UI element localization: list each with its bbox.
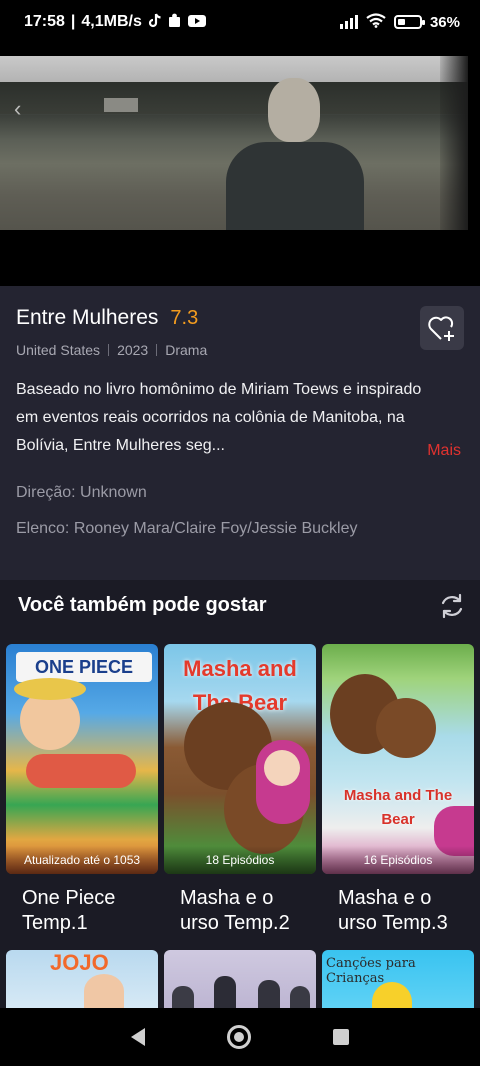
youtube-icon: [187, 14, 206, 31]
battery-percent: 36%: [429, 13, 460, 31]
recommendation-card[interactable]: Masha and The Bear 16 Episódios Masha e …: [322, 644, 474, 936]
status-time: 17:58: [24, 13, 65, 30]
poster-image: Masha and The Bear 16 Episódios: [322, 644, 474, 874]
recommendations-heading: Você também pode gostar: [18, 594, 267, 616]
battery-icon: [393, 15, 425, 29]
status-left: 17:58 | 4,1MB/s: [24, 13, 206, 31]
recommendation-row-2: JOJO Canções para Crianças: [6, 950, 474, 1008]
home-icon[interactable]: [227, 1025, 251, 1049]
recommendation-card[interactable]: Canções para Crianças: [322, 950, 474, 1008]
movie-description: Baseado no livro homônimo de Miriam Toew…: [16, 381, 422, 454]
poster-badge: 16 Episódios: [322, 846, 474, 874]
wifi-icon: [366, 12, 386, 32]
movie-cast: Elenco: Rooney Mara/Claire Foy/Jessie Bu…: [16, 520, 358, 537]
poster-logo: Canções para Crianças: [326, 956, 416, 986]
recommendation-row: ONE PIECE Atualizado até o 1053 One Piec…: [6, 644, 474, 936]
movie-rating: 7.3: [170, 307, 199, 329]
puzzle-icon: [168, 13, 182, 31]
title-row: Entre Mulheres 7.3: [16, 306, 464, 330]
status-bar: 17:58 | 4,1MB/s 36%: [0, 0, 480, 44]
movie-genre: Drama: [165, 342, 208, 358]
poster-logo: Masha and The Bear: [343, 787, 453, 828]
recommendation-card[interactable]: Masha and The Bear 18 Episódios Masha e …: [164, 644, 316, 936]
heart-plus-icon: [428, 316, 454, 341]
poster-logo: ONE PIECE: [16, 652, 152, 682]
poster-logo: JOJO: [50, 950, 109, 975]
poster-badge: Atualizado até o 1053: [6, 846, 158, 874]
system-nav-bar: [0, 1008, 480, 1066]
signal-icon: [339, 15, 358, 29]
recommendation-card[interactable]: ONE PIECE Atualizado até o 1053 One Piec…: [6, 644, 158, 936]
movie-country: United States: [16, 342, 101, 358]
card-title: Masha e o urso Temp.2: [180, 887, 290, 934]
card-title: One Piece Temp.1: [22, 887, 116, 934]
poster-logo: Masha and The Bear: [183, 656, 297, 715]
recommendation-card[interactable]: JOJO: [6, 950, 158, 1008]
back-chevron-icon[interactable]: ‹: [14, 96, 21, 122]
video-player[interactable]: ‹: [0, 44, 480, 286]
status-net-speed: 4,1MB/s: [81, 13, 142, 30]
poster-badge: 18 Episódios: [164, 846, 316, 874]
card-title: Masha e o urso Temp.3: [338, 887, 448, 934]
movie-title: Entre Mulheres: [16, 306, 159, 329]
poster-image: Masha and The Bear 18 Episódios: [164, 644, 316, 874]
status-right: 36%: [339, 12, 460, 32]
recent-apps-icon[interactable]: [333, 1029, 349, 1045]
movie-meta: United States 2023 Drama: [16, 342, 464, 358]
poster-image: ONE PIECE Atualizado até o 1053: [6, 644, 158, 874]
video-frame: [0, 56, 468, 230]
refresh-icon[interactable]: [438, 592, 466, 620]
tiktok-icon: [148, 13, 162, 31]
more-link[interactable]: Mais: [427, 442, 461, 460]
add-favorite-button[interactable]: [420, 306, 464, 350]
movie-director: Direção: Unknown: [16, 484, 147, 501]
movie-year: 2023: [117, 342, 149, 358]
recommendation-card[interactable]: [164, 950, 316, 1008]
movie-info-panel: Entre Mulheres 7.3 United States 2023 Dr…: [0, 286, 480, 580]
recommendations-section: Você também pode gostar ONE PIECE Atuali…: [0, 580, 480, 1008]
back-icon[interactable]: [131, 1028, 145, 1046]
status-separator: |: [70, 13, 76, 30]
